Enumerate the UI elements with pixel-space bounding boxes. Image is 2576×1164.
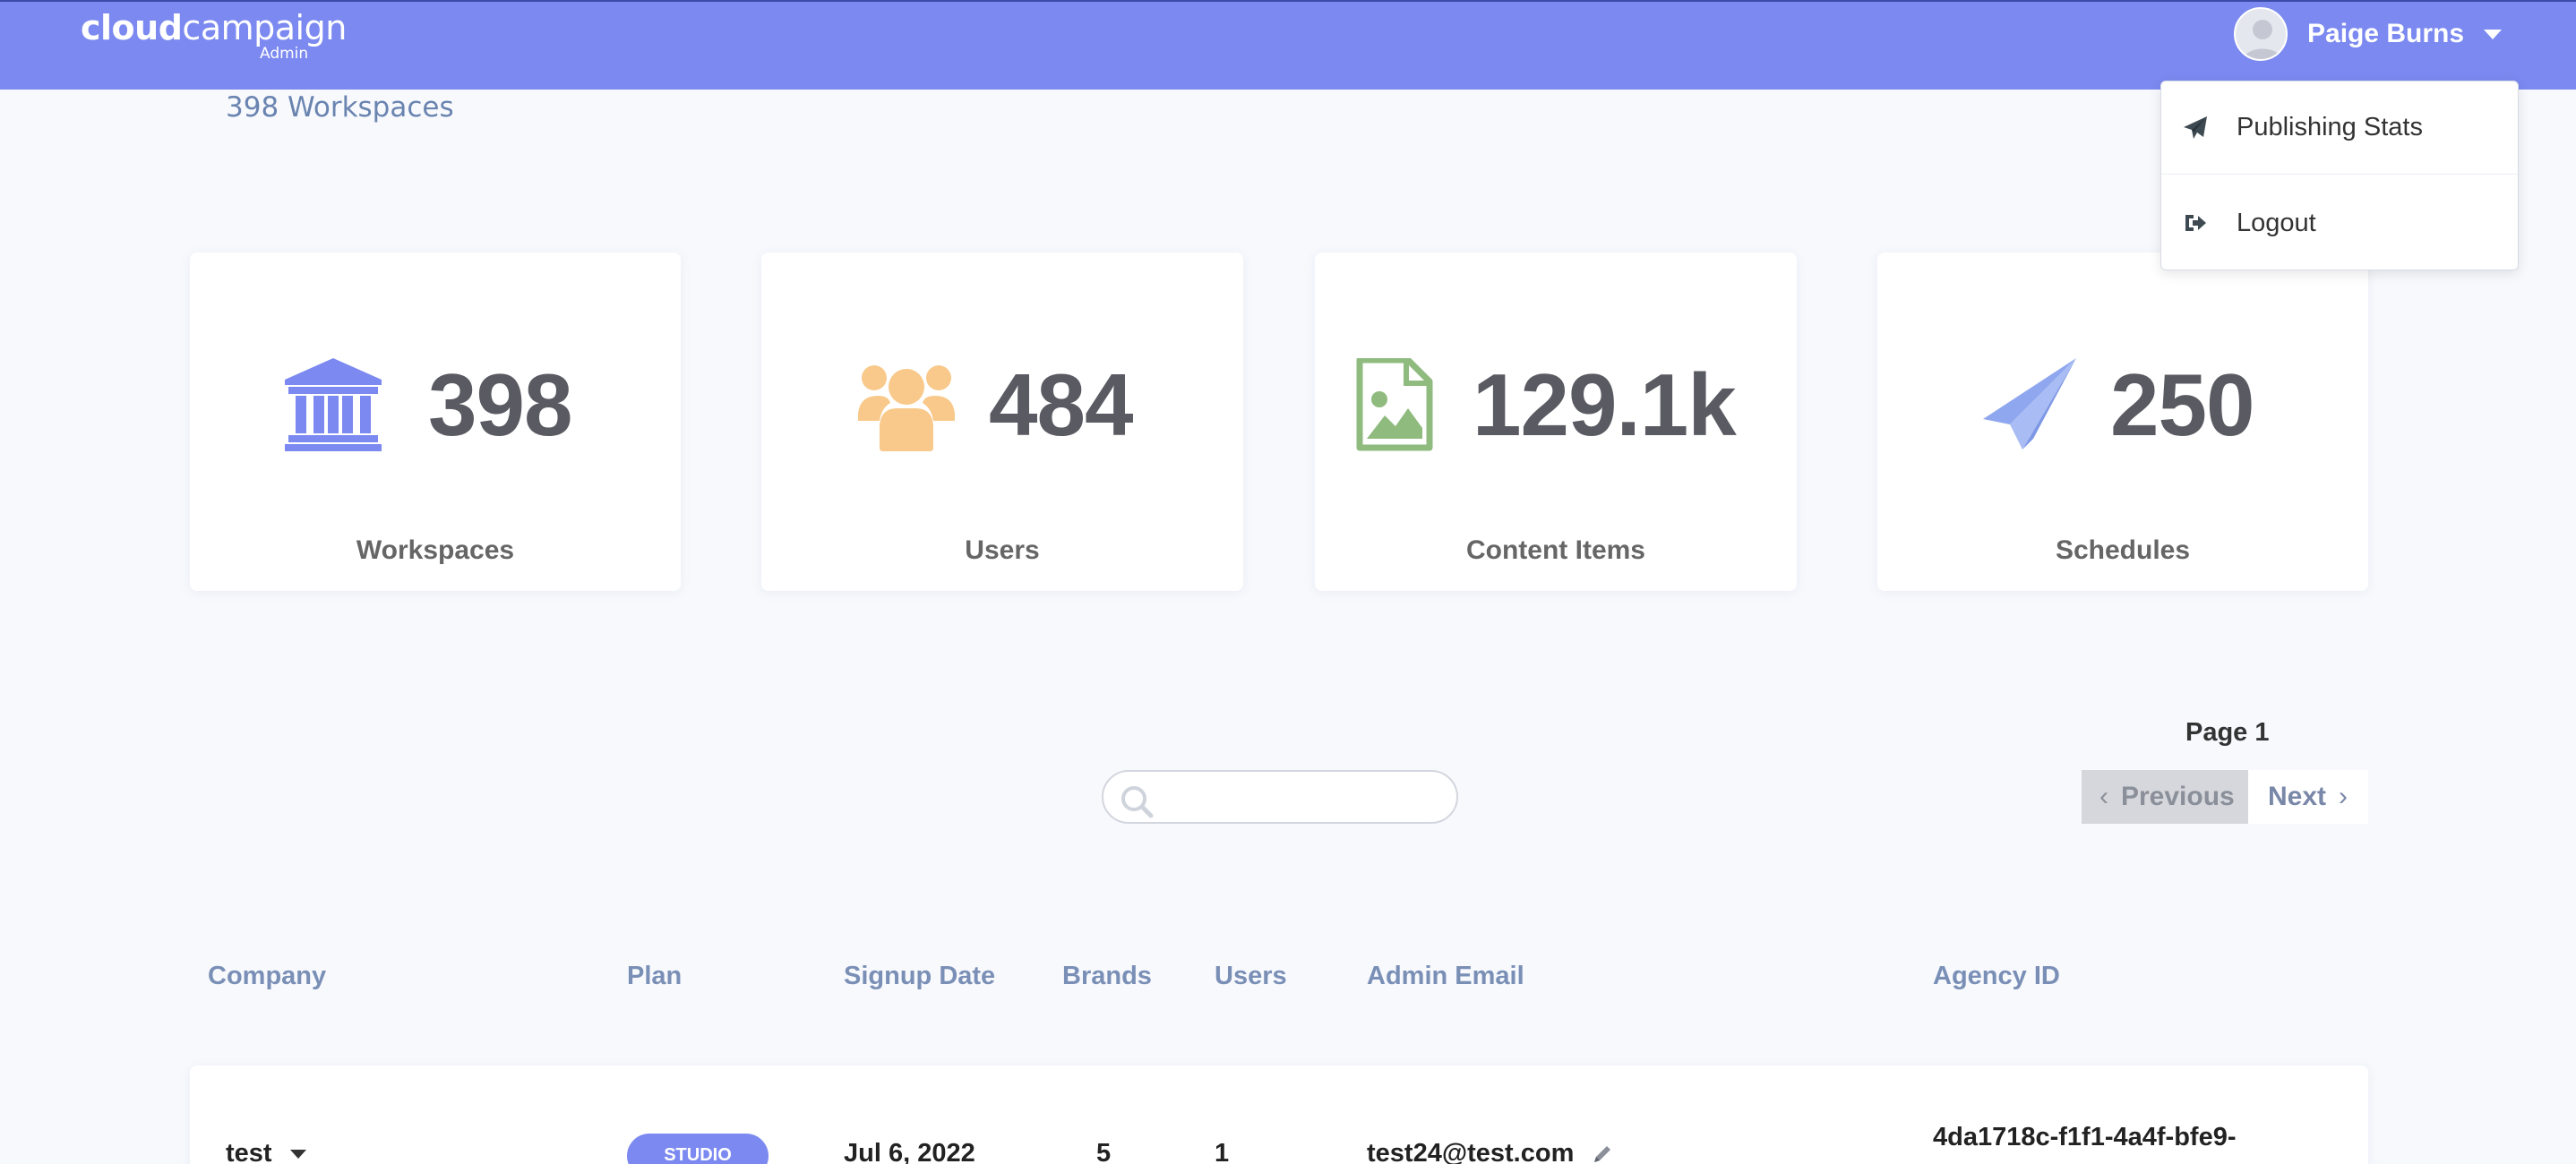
pagination: ‹ Previous Next › — [2082, 770, 2368, 824]
cell-brands: 5 — [1096, 1139, 1112, 1164]
image-file-icon — [1356, 358, 1433, 451]
stat-label: Content Items — [1465, 535, 1645, 565]
menu-item-label: Logout — [2237, 208, 2316, 237]
column-header-agency-id[interactable]: Agency ID — [1933, 962, 2060, 991]
bank-icon — [285, 358, 382, 451]
chevron-right-icon: › — [2339, 782, 2348, 811]
menu-item-logout[interactable]: Logout — [2161, 176, 2518, 270]
chevron-down-icon[interactable] — [289, 1150, 306, 1160]
stat-label: Users — [965, 535, 1040, 565]
search-box — [1102, 770, 1458, 824]
logo-light-text: campaign — [182, 8, 347, 47]
next-label: Next — [2268, 782, 2327, 811]
column-header-plan[interactable]: Plan — [627, 962, 682, 991]
stat-label: Workspaces — [356, 535, 515, 565]
column-header-users[interactable]: Users — [1215, 962, 1287, 991]
previous-label: Previous — [2121, 782, 2235, 811]
stat-value: 398 — [428, 355, 573, 454]
stat-value: 129.1k — [1473, 355, 1737, 454]
page-indicator: Page 1 — [2185, 718, 2270, 747]
search-icon — [1121, 786, 1154, 818]
stat-value: 484 — [989, 355, 1134, 454]
previous-page-button[interactable]: ‹ Previous — [2082, 770, 2248, 824]
chevron-left-icon: ‹ — [2099, 782, 2108, 811]
plan-badge: STUDIO — [627, 1134, 769, 1164]
pencil-icon[interactable] — [1592, 1143, 1613, 1164]
user-dropdown-menu: Publishing Stats Logout — [2160, 81, 2519, 270]
cell-agency-id: 4da1718c-f1f1-4a4f-bfe9- — [1933, 1123, 2237, 1151]
stat-value: 250 — [2110, 355, 2255, 454]
cell-users: 1 — [1215, 1139, 1230, 1164]
company-name: test — [226, 1139, 272, 1164]
chevron-down-icon — [2484, 29, 2503, 39]
search-input[interactable] — [1166, 779, 1444, 815]
column-header-brands[interactable]: Brands — [1062, 962, 1152, 991]
menu-item-label: Publishing Stats — [2237, 113, 2423, 141]
stat-card-content-items: 129.1k Content Items — [1315, 252, 1797, 591]
user-silhouette-icon — [2243, 20, 2282, 59]
cell-admin-email: test24@test.com — [1367, 1139, 1613, 1164]
top-navbar: cloudcampaign Admin Paige Burns — [0, 0, 2576, 90]
paper-plane-icon — [2184, 116, 2207, 139]
stat-card-schedules: 250 Schedules — [1877, 252, 2368, 591]
stat-card-workspaces: 398 Workspaces — [190, 252, 681, 591]
users-icon — [858, 365, 955, 451]
column-header-company[interactable]: Company — [208, 962, 326, 991]
column-header-admin-email[interactable]: Admin Email — [1367, 962, 1524, 991]
column-header-signup-date[interactable]: Signup Date — [844, 962, 995, 991]
stat-card-users: 484 Users — [761, 252, 1243, 591]
stat-label: Schedules — [2055, 535, 2191, 565]
paper-plane-icon — [1983, 358, 2076, 449]
workspace-count-text: 398 Workspaces — [226, 91, 454, 124]
user-name: Paige Burns — [2307, 19, 2465, 48]
next-page-button[interactable]: Next › — [2248, 770, 2368, 824]
logout-icon — [2185, 215, 2206, 231]
admin-email: test24@test.com — [1367, 1139, 1575, 1164]
cell-signup-date: Jul 6, 2022 — [844, 1139, 975, 1164]
cell-company: test — [226, 1139, 306, 1164]
avatar — [2234, 7, 2288, 61]
user-menu-toggle[interactable]: Paige Burns — [2234, 7, 2503, 61]
menu-item-publishing-stats[interactable]: Publishing Stats — [2161, 81, 2518, 175]
logo-bold-text: cloud — [81, 8, 183, 47]
logo[interactable]: cloudcampaign Admin — [81, 7, 347, 63]
logo-subtitle: Admin — [260, 45, 309, 63]
